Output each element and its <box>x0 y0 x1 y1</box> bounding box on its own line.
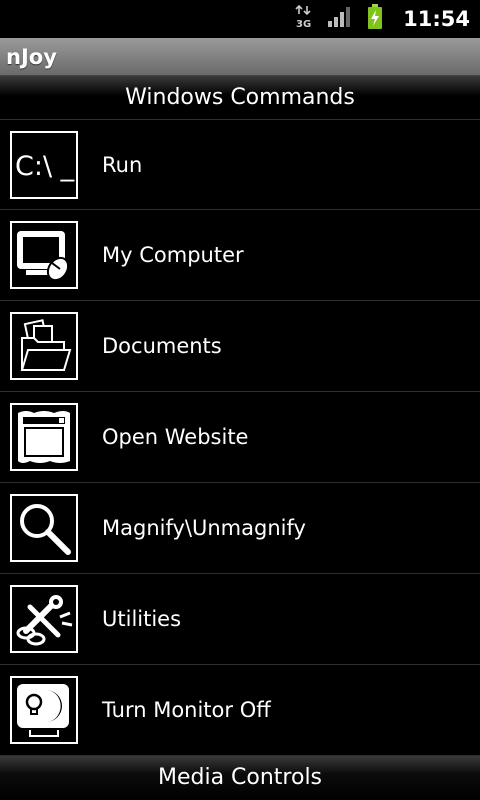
section-header-media-controls: Media Controls <box>0 756 480 800</box>
status-bar: 3G 11:54 <box>0 0 480 38</box>
browser-window-icon <box>10 403 78 471</box>
command-list: C:\ _ Run My Computer Documents Open Web… <box>0 119 480 756</box>
clock: 11:54 <box>403 7 470 31</box>
data-3g-icon: 3G <box>295 4 313 33</box>
utilities-icon <box>10 585 78 653</box>
battery-charging-icon <box>367 4 383 34</box>
folder-icon <box>10 312 78 380</box>
section-header-windows-commands: Windows Commands <box>125 85 355 110</box>
my-computer-icon <box>10 221 78 289</box>
title-bar: nJoy <box>0 38 480 76</box>
command-item-utilities[interactable]: Utilities <box>0 574 480 665</box>
command-item-run[interactable]: C:\ _ Run <box>0 119 480 210</box>
command-label: My Computer <box>102 243 244 267</box>
command-prompt-icon: C:\ _ <box>10 130 78 199</box>
command-label: Turn Monitor Off <box>102 698 271 722</box>
command-label: Run <box>102 152 143 177</box>
command-item-turn-monitor-off[interactable]: Turn Monitor Off <box>0 665 480 756</box>
command-label: Utilities <box>102 607 182 631</box>
magnifier-icon <box>10 494 78 562</box>
svg-text:3G: 3G <box>296 19 311 29</box>
command-item-magnify[interactable]: Magnify\Unmagnify <box>0 483 480 574</box>
app-title: nJoy <box>6 44 57 69</box>
svg-text:C:\ _: C:\ _ <box>15 151 75 182</box>
command-item-documents[interactable]: Documents <box>0 301 480 392</box>
command-item-open-website[interactable]: Open Website <box>0 392 480 483</box>
command-label: Documents <box>102 334 222 358</box>
monitor-off-icon <box>10 676 78 744</box>
signal-strength-icon <box>327 6 353 32</box>
command-label: Magnify\Unmagnify <box>102 516 306 540</box>
command-label: Open Website <box>102 425 249 449</box>
command-item-my-computer[interactable]: My Computer <box>0 210 480 301</box>
